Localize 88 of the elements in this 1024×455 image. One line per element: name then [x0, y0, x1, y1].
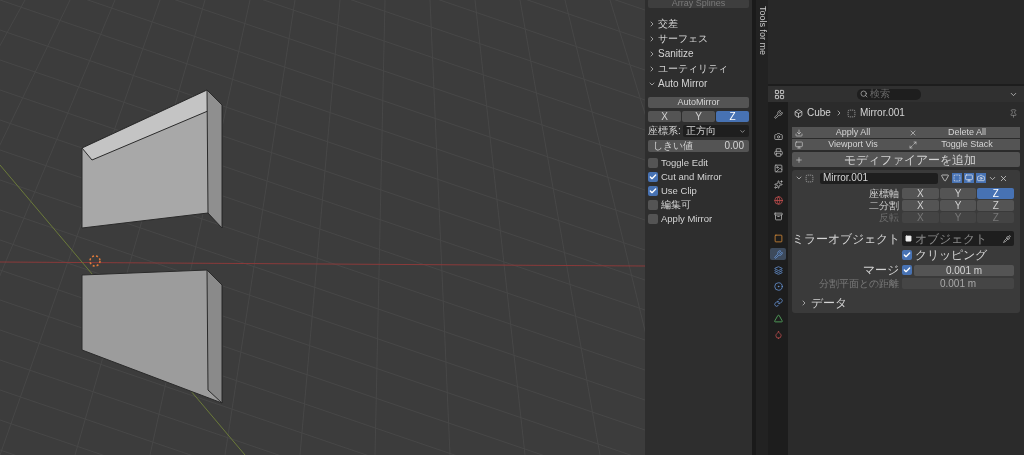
panel-title: ユーティリティ — [658, 63, 728, 74]
field-label: マージ — [862, 264, 900, 276]
toggle-icon[interactable] — [940, 173, 950, 183]
toggle-icon[interactable] — [952, 173, 962, 183]
axis-toggle[interactable]: Z — [977, 188, 1014, 199]
panel-title: 交差 — [658, 18, 678, 29]
field-label: 二分割 — [868, 200, 900, 211]
mirror-object-field[interactable]: オブジェクト — [902, 231, 1014, 246]
panel-title: Sanitize — [658, 48, 694, 59]
expand-icon[interactable] — [795, 174, 803, 182]
add-modifier-button[interactable]: モディファイアーを追加 — [792, 152, 1020, 167]
dropdown-icon — [739, 127, 746, 135]
panel-header[interactable]: 交差 — [648, 16, 749, 31]
checkbox-label: Use Clip — [661, 186, 697, 196]
checkbox-label: 編集可 — [661, 200, 691, 210]
search-field[interactable]: 検索 — [857, 88, 921, 100]
axis-toggle[interactable]: Y — [939, 188, 977, 199]
checkbox[interactable] — [648, 172, 658, 182]
axis-toggle[interactable]: X — [902, 188, 939, 199]
action-button[interactable]: Viewport Vis — [792, 139, 906, 150]
panel-header[interactable]: サーフェス — [648, 31, 749, 46]
checkbox-label: Cut and Mirror — [661, 172, 722, 182]
field-label: 座標軸 — [868, 188, 900, 199]
toggle-icon[interactable] — [964, 173, 974, 183]
tool-tab-icon — [773, 109, 783, 119]
checkbox[interactable] — [648, 200, 658, 210]
delete-icon — [909, 128, 917, 137]
sidebar-tab[interactable]: Tools for me — [756, 0, 768, 455]
expand-icon — [800, 299, 808, 307]
object-icon — [905, 235, 912, 242]
cube-icon — [794, 108, 803, 118]
data-tab-icon — [773, 313, 783, 323]
checkbox[interactable] — [902, 249, 912, 260]
constraints-tab-icon — [773, 297, 783, 307]
field-label: ミラーオブジェクト — [792, 232, 901, 245]
editor-type-icon[interactable] — [774, 88, 785, 100]
pin-icon[interactable] — [1009, 108, 1018, 118]
axis-toggle[interactable]: Y — [682, 111, 715, 122]
action-button[interactable]: Delete All — [906, 127, 1020, 138]
world-tab-icon — [773, 195, 783, 205]
modifier-tab-icon — [773, 249, 783, 259]
axis-toggle[interactable]: X — [902, 200, 939, 211]
checkbox[interactable] — [648, 158, 658, 168]
axis-toggle[interactable]: Z — [716, 111, 749, 122]
subpanel-header[interactable]: データ — [800, 297, 1020, 309]
panel-title: サーフェス — [658, 33, 708, 44]
checkbox[interactable] — [648, 214, 658, 224]
output-tab-icon — [773, 147, 783, 157]
axis-toggle[interactable]: Z — [977, 200, 1014, 211]
viewport[interactable] — [0, 0, 645, 455]
scene-tab-icon — [773, 179, 783, 189]
cursor-icon — [89, 255, 101, 267]
breadcrumb-item: Mirror.001 — [859, 108, 905, 118]
toggle-icon[interactable] — [976, 173, 986, 183]
properties-tab[interactable] — [770, 248, 786, 260]
threshold-field[interactable]: しきい値 0.00 — [648, 140, 749, 152]
panel-title: Auto Mirror — [658, 78, 708, 89]
checkbox-label: クリッピング — [915, 248, 987, 261]
action-button[interactable]: Toggle Stack — [906, 139, 1020, 150]
search-icon — [860, 90, 868, 98]
view-layer-tab-icon — [773, 163, 783, 173]
apply-icon — [795, 128, 803, 137]
orientation-dropdown[interactable]: 正方向 — [682, 125, 749, 137]
material-tab-icon — [773, 329, 783, 339]
physics-tab-icon — [773, 281, 783, 291]
object-tab-icon — [773, 233, 783, 243]
viewport-icon — [795, 140, 803, 149]
eyedropper-icon[interactable] — [1003, 234, 1011, 243]
close-icon[interactable] — [999, 173, 1008, 183]
panel-header[interactable]: Sanitize — [648, 46, 749, 61]
render-tab-icon — [773, 131, 783, 141]
plus-icon — [795, 155, 803, 164]
modifier-name-field[interactable]: Mirror.001 — [820, 172, 938, 184]
auto-mirror-button[interactable]: AutoMirror — [648, 97, 749, 108]
field-label: 座標系: — [648, 126, 681, 136]
checkbox-label: Apply Mirror — [661, 214, 713, 224]
axis-toggle[interactable]: X — [648, 111, 681, 122]
checkbox-label: Toggle Edit — [661, 158, 708, 168]
particles-tab-icon — [773, 265, 783, 275]
panel-header[interactable]: Auto Mirror — [648, 76, 749, 91]
axis-toggle[interactable]: Y — [939, 200, 977, 211]
checkbox[interactable] — [902, 265, 912, 275]
collection-tab-icon — [773, 211, 783, 221]
action-button[interactable]: Apply All — [792, 127, 906, 138]
checkbox[interactable] — [648, 186, 658, 196]
merge-distance-field[interactable]: 0.001 m — [914, 264, 1014, 276]
breadcrumb-item: Cube — [807, 108, 831, 118]
panel-header[interactable]: ユーティリティ — [648, 61, 749, 76]
